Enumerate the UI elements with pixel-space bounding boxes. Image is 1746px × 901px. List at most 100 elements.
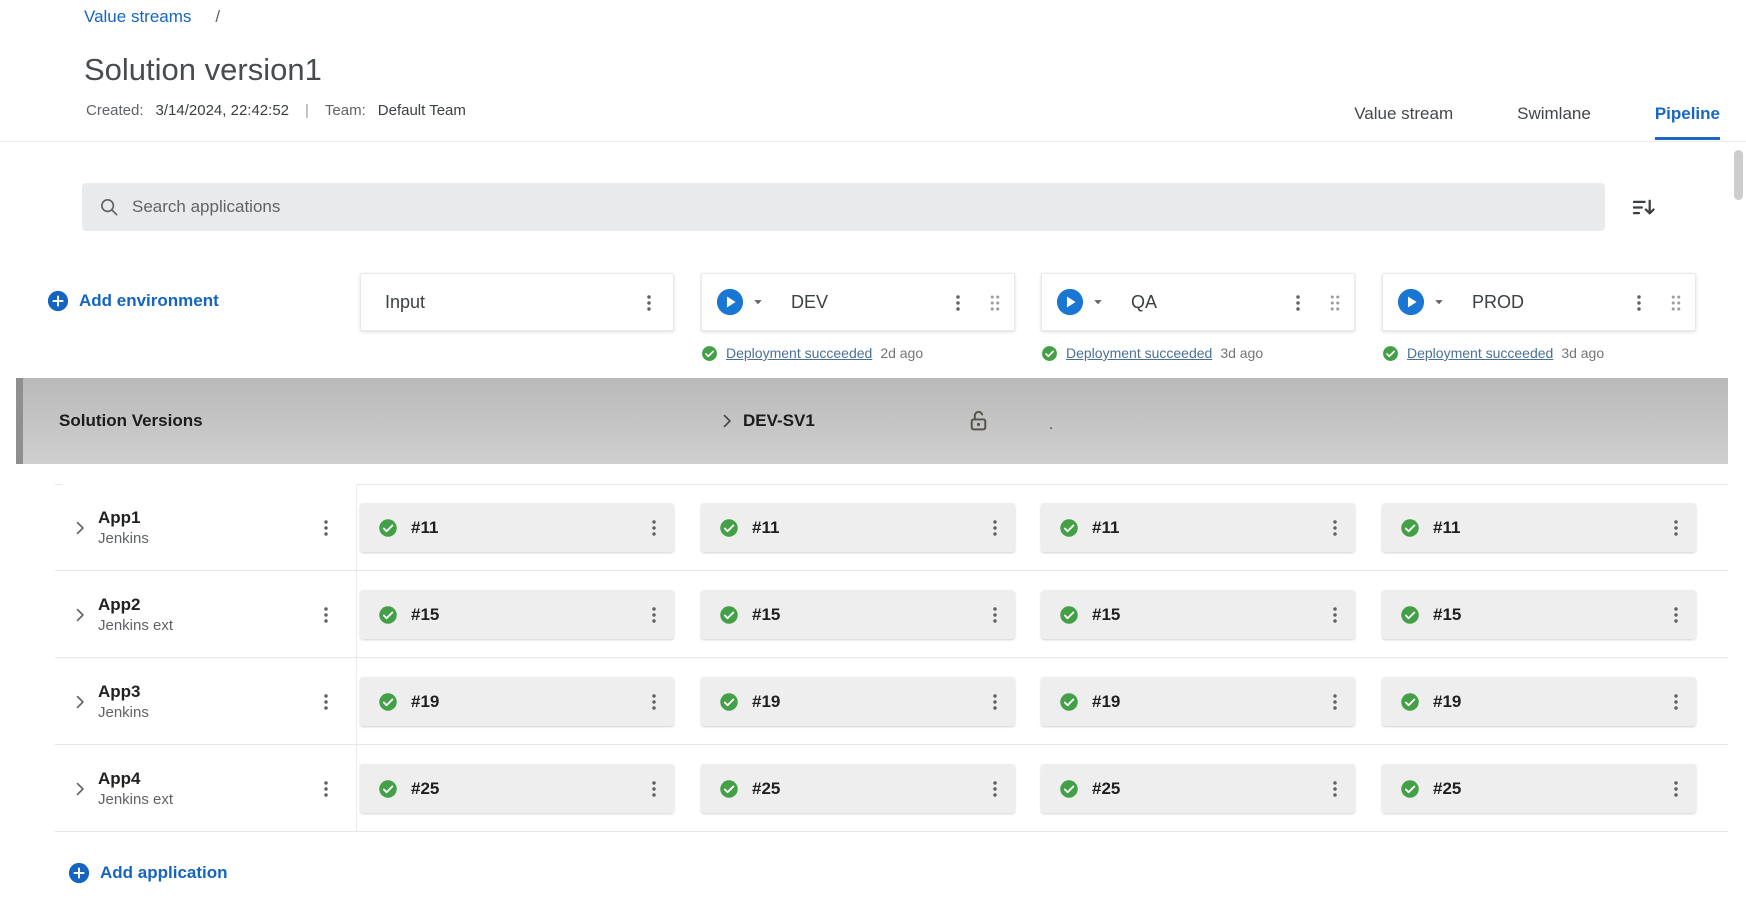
build-card[interactable]: #15 [701,590,1015,639]
run-deployment-button[interactable] [1397,288,1425,316]
app-menu-button[interactable] [312,688,340,716]
env-menu-button[interactable] [635,289,663,317]
build-menu-button[interactable] [640,514,668,542]
search-box [82,183,1605,231]
run-options-caret-icon[interactable] [1430,293,1448,311]
unlock-icon[interactable] [966,409,991,434]
build-number: #11 [1092,518,1119,538]
build-menu-button[interactable] [1662,775,1690,803]
deployment-succeeded-link[interactable]: Deployment succeeded [726,345,872,361]
tab-swimlane[interactable]: Swimlane [1517,104,1591,140]
build-card[interactable]: #19 [1041,677,1355,726]
solution-version-expand-chevron-icon[interactable] [717,411,737,431]
sort-button[interactable] [1624,188,1662,226]
success-icon [378,692,398,712]
application-rows: App1 Jenkins #11 #11 #11 #11 [0,484,1746,832]
success-icon [719,605,739,625]
expand-chevron-icon[interactable] [70,692,90,712]
env-name: PROD [1472,292,1524,313]
env-header-dev: DEV [701,273,1015,331]
breadcrumb-value-streams-link[interactable]: Value streams [84,7,191,27]
drag-handle-icon[interactable] [1324,292,1346,314]
build-number: #25 [1433,779,1461,799]
success-icon [378,518,398,538]
expand-chevron-icon[interactable] [70,779,90,799]
build-menu-button[interactable] [1321,775,1349,803]
build-card[interactable]: #19 [701,677,1015,726]
build-menu-button[interactable] [1321,601,1349,629]
env-menu-button[interactable] [1284,289,1312,317]
build-menu-button[interactable] [981,775,1009,803]
build-card[interactable]: #19 [1382,677,1696,726]
build-number: #19 [411,692,439,712]
run-deployment-button[interactable] [716,288,744,316]
expand-chevron-icon[interactable] [70,605,90,625]
env-menu-button[interactable] [1625,289,1653,317]
success-icon [1400,518,1420,538]
success-icon [1041,345,1058,362]
app-row-app3: App3 Jenkins #19 #19 #19 #19 [0,658,1746,745]
build-card[interactable]: #15 [1041,590,1355,639]
add-environment-button[interactable]: Add environment [47,290,219,312]
build-card[interactable]: #25 [360,764,674,813]
app-menu-button[interactable] [312,514,340,542]
success-icon [1059,605,1079,625]
build-card[interactable]: #25 [701,764,1015,813]
build-menu-button[interactable] [640,775,668,803]
expand-chevron-icon[interactable] [70,518,90,538]
deployment-succeeded-link[interactable]: Deployment succeeded [1066,345,1212,361]
run-options-caret-icon[interactable] [1089,293,1107,311]
build-card[interactable]: #11 [1382,503,1696,552]
build-card[interactable]: #11 [360,503,674,552]
plus-icon [68,862,90,884]
deployment-time: 2d ago [880,345,923,361]
build-number: #11 [752,518,779,538]
deployment-succeeded-link[interactable]: Deployment succeeded [1407,345,1553,361]
build-menu-button[interactable] [1662,514,1690,542]
build-card[interactable]: #15 [360,590,674,639]
tab-pipeline[interactable]: Pipeline [1655,104,1720,140]
app-panel[interactable]: App1 Jenkins [62,484,357,571]
success-icon [719,518,739,538]
run-deployment-button[interactable] [1056,288,1084,316]
drag-handle-icon[interactable] [984,292,1006,314]
success-icon [1059,692,1079,712]
app-row-app1: App1 Jenkins #11 #11 #11 #11 [0,484,1746,571]
build-menu-button[interactable] [981,514,1009,542]
app-menu-button[interactable] [312,775,340,803]
deployment-status-prod: Deployment succeeded 3d ago [1382,344,1604,362]
app-engine: Jenkins [98,529,149,548]
env-name: QA [1131,292,1157,313]
env-menu-button[interactable] [944,289,972,317]
app-engine: Jenkins ext [98,616,173,635]
build-card[interactable]: #19 [360,677,674,726]
app-panel[interactable]: App4 Jenkins ext [62,745,357,832]
run-options-caret-icon[interactable] [749,293,767,311]
build-menu-button[interactable] [640,688,668,716]
build-menu-button[interactable] [981,688,1009,716]
app-menu-button[interactable] [312,601,340,629]
search-input[interactable] [132,197,1589,217]
app-panel[interactable]: App3 Jenkins [62,658,357,745]
build-card[interactable]: #25 [1041,764,1355,813]
app-engine: Jenkins [98,703,149,722]
build-menu-button[interactable] [640,601,668,629]
solution-version-name[interactable]: DEV-SV1 [743,411,815,431]
app-panel[interactable]: App2 Jenkins ext [62,571,357,658]
tab-value-stream[interactable]: Value stream [1354,104,1453,140]
build-menu-button[interactable] [1321,688,1349,716]
build-menu-button[interactable] [981,601,1009,629]
build-card[interactable]: #11 [1041,503,1355,552]
build-menu-button[interactable] [1662,688,1690,716]
drag-handle-icon[interactable] [1665,292,1687,314]
env-header-input: Input [360,273,674,331]
add-application-button[interactable]: Add application [68,862,228,884]
build-menu-button[interactable] [1662,601,1690,629]
vertical-scrollbar[interactable] [1734,150,1743,200]
build-menu-button[interactable] [1321,514,1349,542]
build-card[interactable]: #25 [1382,764,1696,813]
add-environment-label: Add environment [79,291,219,311]
build-card[interactable]: #15 [1382,590,1696,639]
build-card[interactable]: #11 [701,503,1015,552]
build-number: #15 [1433,605,1461,625]
